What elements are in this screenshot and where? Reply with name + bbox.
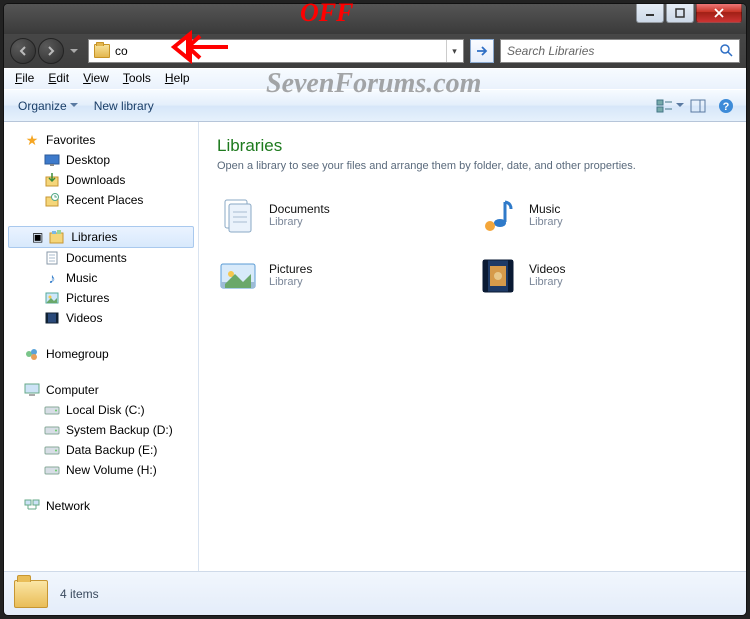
- library-tile-music[interactable]: MusicLibrary: [477, 194, 697, 236]
- nav-item-recent-places[interactable]: Recent Places: [16, 190, 198, 210]
- library-tile-videos[interactable]: VideosLibrary: [477, 254, 697, 296]
- nav-row: ▾ Search Libraries: [4, 34, 746, 68]
- videos-library-icon: [477, 254, 519, 296]
- maximize-button[interactable]: [666, 4, 694, 23]
- nav-libraries-label: Libraries: [71, 230, 117, 244]
- nav-network-label: Network: [46, 499, 90, 513]
- collapse-icon[interactable]: ▣: [32, 230, 43, 244]
- back-button[interactable]: [10, 38, 36, 64]
- go-button[interactable]: [470, 39, 494, 63]
- search-icon: [719, 43, 733, 60]
- search-placeholder: Search Libraries: [507, 44, 594, 58]
- library-tile-documents[interactable]: DocumentsLibrary: [217, 194, 437, 236]
- preview-pane-button[interactable]: [684, 94, 712, 118]
- nav-item-new-volume-h[interactable]: New Volume (H:): [16, 460, 198, 480]
- svg-text:?: ?: [723, 101, 730, 113]
- menu-help[interactable]: Help: [158, 69, 197, 89]
- nav-item-desktop[interactable]: Desktop: [16, 150, 198, 170]
- libraries-folder-icon: [14, 580, 48, 608]
- downloads-icon: [44, 172, 60, 188]
- change-view-button[interactable]: [656, 94, 684, 118]
- nav-homegroup[interactable]: Homegroup: [4, 344, 198, 364]
- nav-network[interactable]: Network: [4, 496, 198, 516]
- organize-button[interactable]: Organize: [10, 95, 86, 117]
- recent-pages-dropdown-icon[interactable]: [66, 43, 82, 59]
- nav-item-system-backup-d[interactable]: System Backup (D:): [16, 420, 198, 440]
- nav-item-pictures[interactable]: Pictures: [16, 288, 198, 308]
- nav-group-homegroup: Homegroup: [4, 344, 198, 364]
- page-hint: Open a library to see your files and arr…: [217, 160, 728, 172]
- folder-icon: [94, 44, 110, 58]
- nav-computer[interactable]: Computer: [4, 380, 198, 400]
- address-input[interactable]: [115, 44, 441, 58]
- nav-group-favorites: ★ Favorites Desktop Downloads Recent Pla…: [4, 130, 198, 210]
- nav-group-libraries: ▣ Libraries Documents ♪ Music Pi: [4, 226, 198, 328]
- nav-group-network: Network: [4, 496, 198, 516]
- menu-view[interactable]: View: [76, 69, 116, 89]
- drive-icon: [44, 462, 60, 478]
- organize-label: Organize: [18, 99, 67, 113]
- nav-item-music[interactable]: ♪ Music: [16, 268, 198, 288]
- nav-homegroup-label: Homegroup: [46, 347, 109, 361]
- menu-tools[interactable]: Tools: [116, 69, 158, 89]
- new-library-label: New library: [94, 99, 154, 113]
- drive-icon: [44, 422, 60, 438]
- pictures-icon: [44, 290, 60, 306]
- address-dropdown-icon[interactable]: ▾: [446, 40, 462, 62]
- search-box[interactable]: Search Libraries: [500, 39, 740, 63]
- menu-edit[interactable]: Edit: [41, 69, 76, 89]
- menu-bar: File Edit View Tools Help: [4, 68, 746, 89]
- titlebar[interactable]: [4, 4, 746, 34]
- drive-icon: [44, 402, 60, 418]
- network-icon: [24, 498, 40, 514]
- nav-group-computer: Computer Local Disk (C:) System Backup (…: [4, 380, 198, 480]
- libraries-icon: [49, 229, 65, 245]
- nav-item-local-disk-c[interactable]: Local Disk (C:): [16, 400, 198, 420]
- videos-icon: [44, 310, 60, 326]
- pictures-library-icon: [217, 254, 259, 296]
- nav-computer-label: Computer: [46, 383, 99, 397]
- content-pane[interactable]: Libraries Open a library to see your fil…: [199, 122, 746, 571]
- forward-button[interactable]: [38, 38, 64, 64]
- address-bar[interactable]: ▾: [88, 39, 464, 63]
- desktop-icon: [44, 152, 60, 168]
- navigation-pane[interactable]: ★ Favorites Desktop Downloads Recent Pla…: [4, 122, 199, 571]
- help-button[interactable]: ?: [712, 94, 740, 118]
- nav-item-downloads[interactable]: Downloads: [16, 170, 198, 190]
- nav-favorites-label: Favorites: [46, 133, 95, 147]
- recent-places-icon: [44, 192, 60, 208]
- nav-libraries[interactable]: ▣ Libraries: [8, 226, 194, 248]
- close-button[interactable]: [696, 4, 742, 23]
- star-icon: ★: [24, 132, 40, 148]
- nav-item-videos[interactable]: Videos: [16, 308, 198, 328]
- minimize-button[interactable]: [636, 4, 664, 23]
- nav-item-data-backup-e[interactable]: Data Backup (E:): [16, 440, 198, 460]
- music-library-icon: [477, 194, 519, 236]
- explorer-window: ▾ Search Libraries File Edit View Tools …: [3, 3, 747, 616]
- nav-favorites[interactable]: ★ Favorites: [4, 130, 198, 150]
- drive-icon: [44, 442, 60, 458]
- homegroup-icon: [24, 346, 40, 362]
- menu-file[interactable]: File: [8, 69, 41, 89]
- new-library-button[interactable]: New library: [86, 95, 162, 117]
- music-icon: ♪: [44, 270, 60, 286]
- status-text: 4 items: [60, 587, 99, 601]
- main-area: ★ Favorites Desktop Downloads Recent Pla…: [4, 122, 746, 571]
- nav-item-documents[interactable]: Documents: [16, 248, 198, 268]
- computer-icon: [24, 382, 40, 398]
- command-bar: Organize New library ?: [4, 89, 746, 122]
- details-pane: 4 items: [4, 571, 746, 615]
- documents-icon: [44, 250, 60, 266]
- library-tile-pictures[interactable]: PicturesLibrary: [217, 254, 437, 296]
- page-title: Libraries: [217, 136, 728, 156]
- documents-library-icon: [217, 194, 259, 236]
